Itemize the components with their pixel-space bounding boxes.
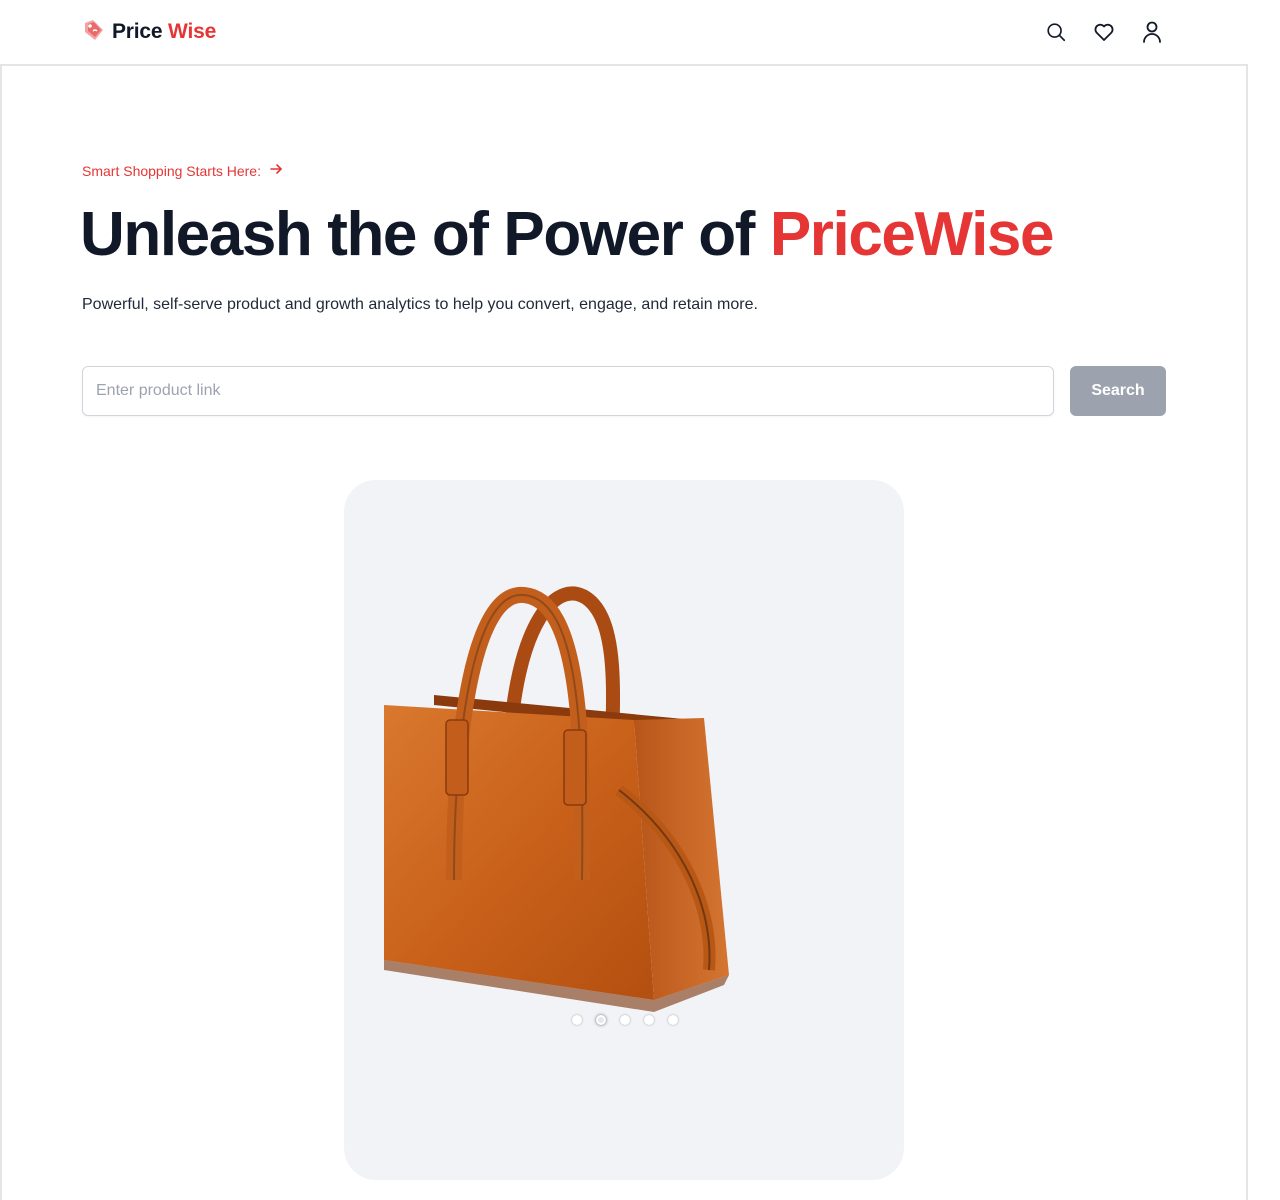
arrow-right-icon [269, 162, 283, 179]
headline-brand: PriceWise [769, 200, 1055, 269]
hero-subtext: Powerful, self-serve product and growth … [82, 296, 758, 313]
eyebrow-text: Smart Shopping Starts Here: [82, 162, 261, 179]
logo-text: Price Wise [112, 20, 216, 44]
handbag-image [384, 586, 729, 1012]
product-link-input[interactable] [82, 366, 1054, 416]
logo-text-price: Price [112, 20, 163, 43]
navbar: Price Wise [0, 0, 1280, 64]
user-icon[interactable] [1140, 20, 1164, 44]
carousel-dot-active[interactable] [596, 1015, 606, 1025]
carousel-dot[interactable] [668, 1015, 678, 1025]
nav-icons [1044, 20, 1164, 44]
carousel-dot[interactable] [644, 1015, 654, 1025]
search-icon[interactable] [1044, 20, 1068, 44]
logo-link[interactable]: Price Wise [82, 19, 216, 45]
heart-icon[interactable] [1092, 20, 1116, 44]
carousel-dot[interactable] [572, 1015, 582, 1025]
product-carousel[interactable] [344, 480, 904, 1180]
price-tag-logo-icon [82, 18, 106, 47]
carousel-dots [572, 1015, 678, 1025]
page-title: Unleash the of Power of PriceWise [80, 196, 1055, 274]
carousel-dot[interactable] [620, 1015, 630, 1025]
headline-main: Unleash the of Power of [80, 200, 770, 269]
search-button[interactable]: Search [1070, 366, 1166, 416]
eyebrow: Smart Shopping Starts Here: [82, 162, 283, 179]
logo-text-wise: Wise [168, 20, 217, 43]
